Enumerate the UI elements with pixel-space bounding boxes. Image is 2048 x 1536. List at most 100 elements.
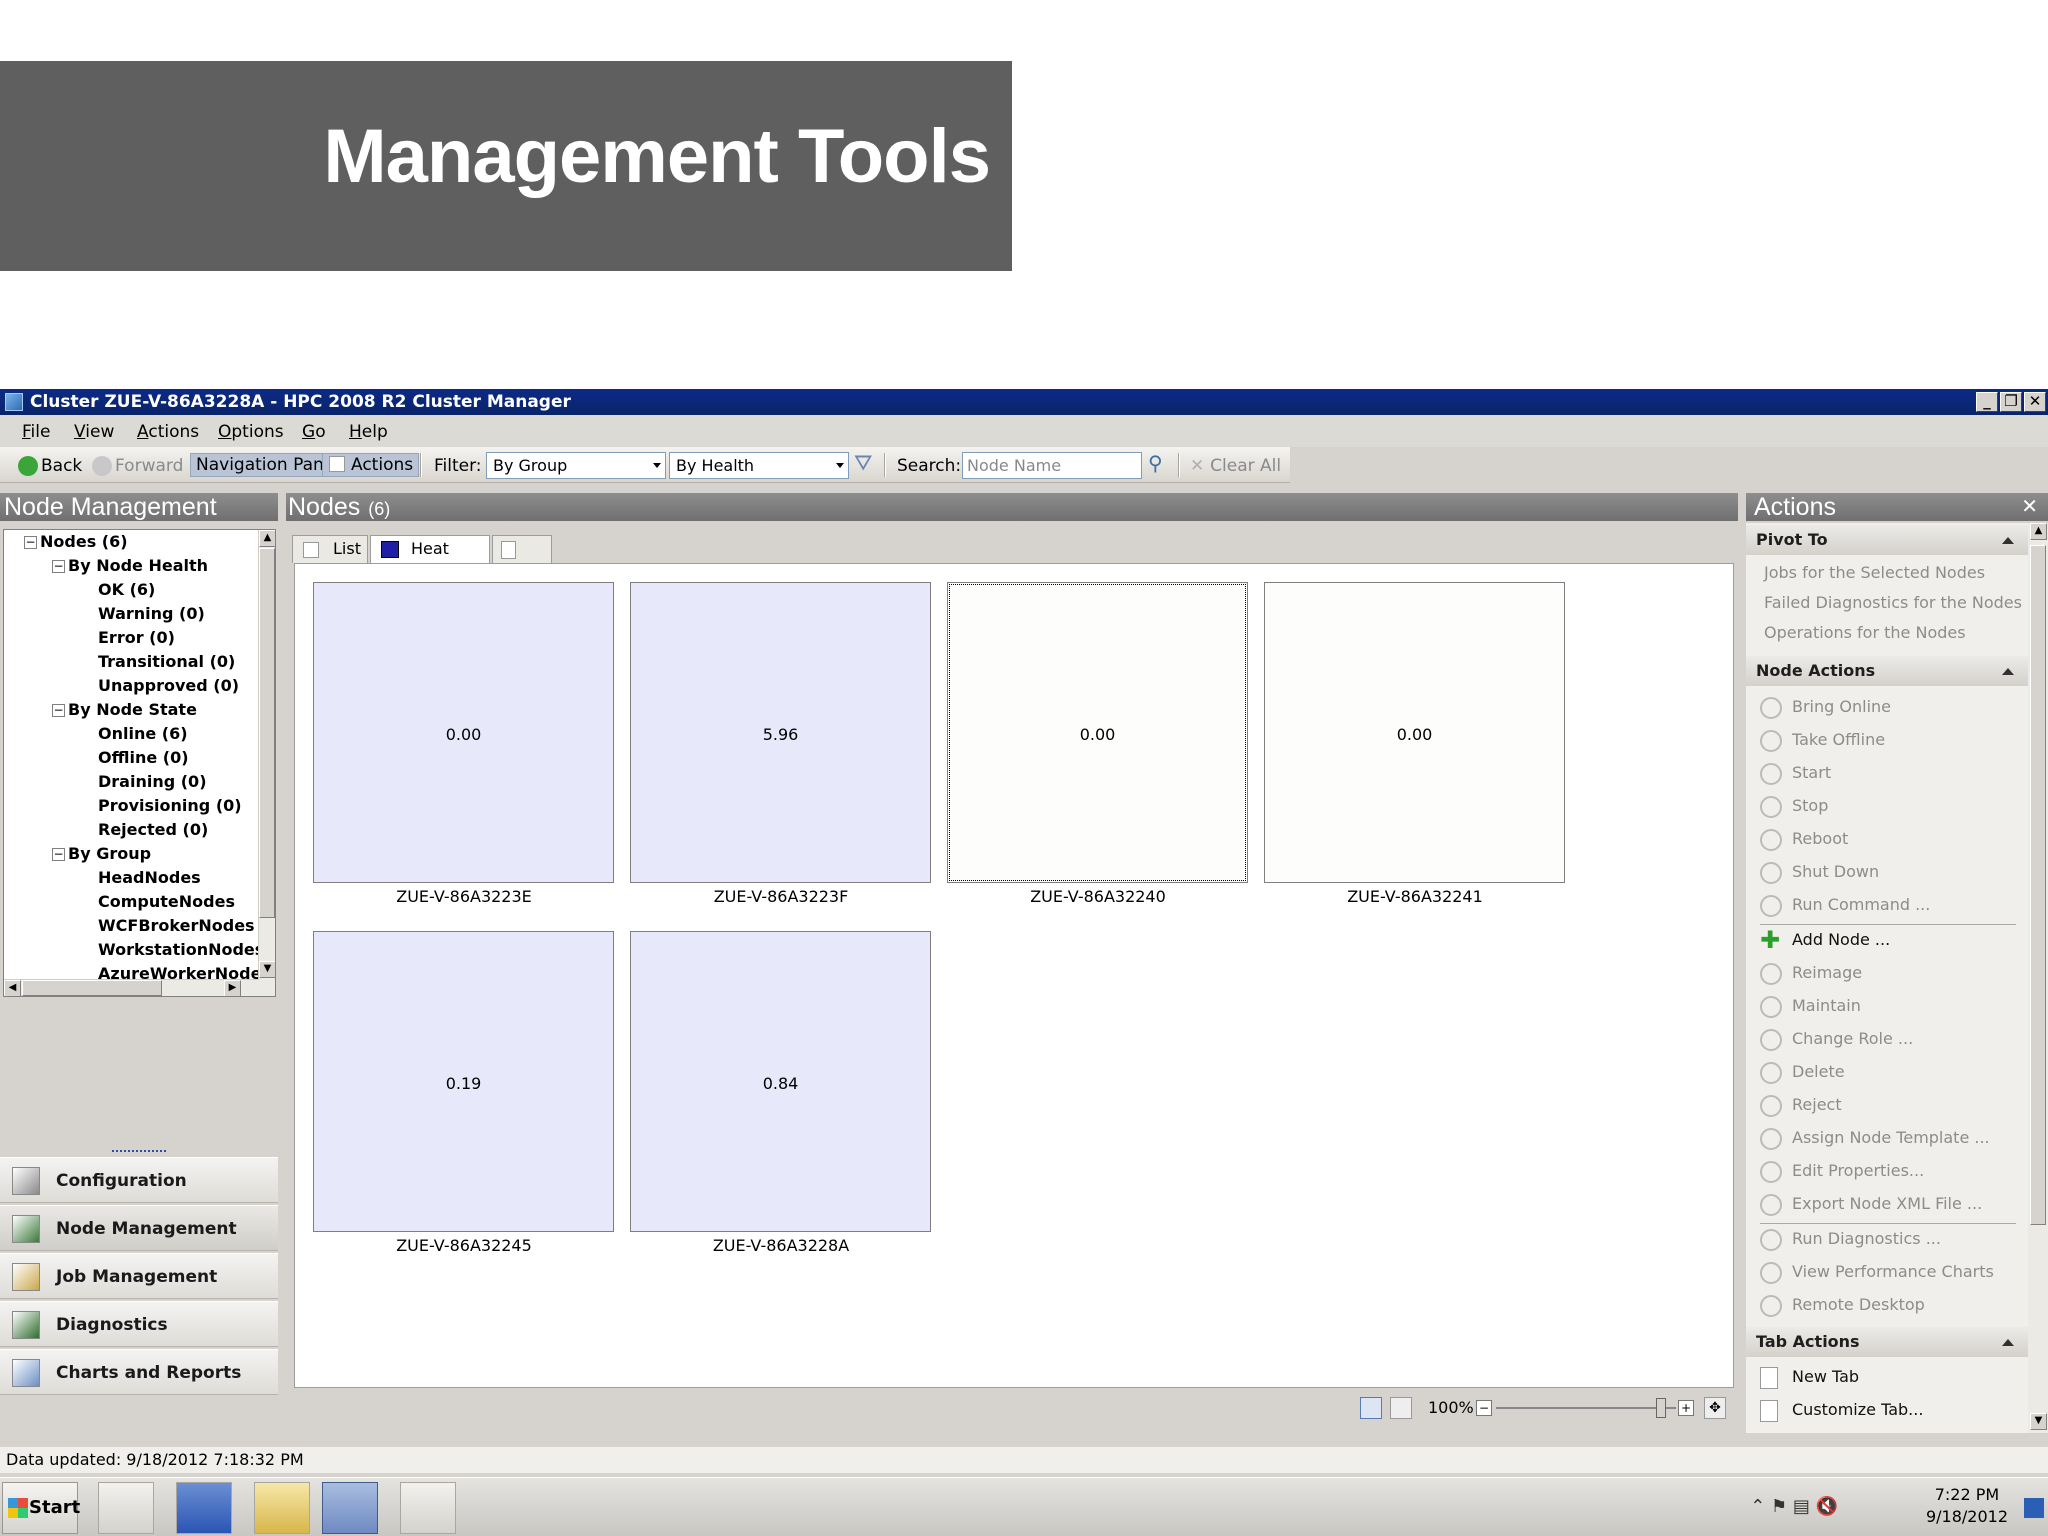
heat-map-tile[interactable]: 5.96	[630, 582, 931, 883]
pivot-link[interactable]: Failed Diagnostics for the Nodes	[1764, 593, 2022, 612]
zoom-slider[interactable]	[1496, 1407, 1676, 1409]
zoom-in-button[interactable]: +	[1678, 1400, 1694, 1416]
tab-heat-map[interactable]: Heat Map	[370, 535, 490, 584]
paint-icon[interactable]	[400, 1482, 456, 1534]
node-actions-section-header[interactable]: Node Actions	[1746, 656, 2028, 686]
scroll-down-button[interactable]: ▼	[2030, 1413, 2047, 1430]
back-button[interactable]: Back	[18, 456, 82, 476]
tree-item[interactable]: WCFBrokerNodes	[98, 916, 255, 936]
menu-options[interactable]: Options	[218, 422, 284, 442]
pivot-to-section-header[interactable]: Pivot To	[1746, 525, 2028, 555]
close-button[interactable]: ✕	[2024, 392, 2046, 412]
pivot-link[interactable]: Jobs for the Selected Nodes	[1764, 563, 1985, 582]
tree-collapse-toggle[interactable]: −	[52, 848, 65, 861]
action-delete[interactable]: Delete	[1760, 1062, 1845, 1084]
tree-collapse-toggle[interactable]: −	[52, 560, 65, 573]
menu-help[interactable]: Help	[349, 422, 388, 442]
pivot-link[interactable]: Operations for the Nodes	[1764, 623, 1966, 642]
action-bring-online[interactable]: Bring Online	[1760, 697, 1891, 719]
search-input[interactable]: Node Name	[962, 452, 1142, 479]
tree-item[interactable]: OK (6)	[98, 580, 155, 600]
action-take-offline[interactable]: Take Offline	[1760, 730, 1885, 752]
heat-map-tile[interactable]: 0.00	[1264, 582, 1565, 883]
restore-button[interactable]: ❐	[2000, 392, 2022, 412]
show-desktop-icon[interactable]	[2024, 1498, 2044, 1518]
heat-map-tile[interactable]: 0.00	[313, 582, 614, 883]
action-export-node-xml-file[interactable]: Export Node XML File ...	[1760, 1194, 1982, 1216]
collapse-up-icon[interactable]	[2002, 668, 2014, 675]
scroll-up-button[interactable]: ▲	[259, 530, 275, 547]
tab-list[interactable]: List	[292, 535, 368, 563]
tree-item[interactable]: By Node State	[68, 700, 197, 720]
menu-go[interactable]: Go	[302, 422, 326, 442]
tile-node-name[interactable]: ZUE-V-86A32245	[304, 1236, 624, 1255]
scroll-thumb[interactable]	[259, 548, 275, 918]
tree-item[interactable]: Warning (0)	[98, 604, 205, 624]
tile-node-name[interactable]: ZUE-V-86A3223E	[304, 887, 624, 906]
powershell-icon[interactable]	[176, 1482, 232, 1534]
tree-collapse-toggle[interactable]: −	[52, 704, 65, 717]
action-remote-desktop[interactable]: Remote Desktop	[1760, 1295, 1925, 1317]
clock[interactable]: 7:22 PM 9/18/2012	[1926, 1484, 2008, 1528]
nav-charts-and-reports[interactable]: Charts and Reports	[0, 1349, 278, 1395]
tree-item[interactable]: Error (0)	[98, 628, 175, 648]
server-manager-icon[interactable]	[98, 1482, 154, 1534]
tree-horizontal-scrollbar[interactable]: ◀ ▶	[4, 979, 259, 996]
action-maintain[interactable]: Maintain	[1760, 996, 1861, 1018]
tree-item[interactable]: Online (6)	[98, 724, 188, 744]
filter-funnel-icon[interactable]: ⛛	[854, 453, 872, 475]
scroll-up-button[interactable]: ▲	[2030, 523, 2047, 540]
nav-job-management[interactable]: Job Management	[0, 1253, 278, 1299]
tile-node-name[interactable]: ZUE-V-86A32241	[1255, 887, 1575, 906]
scroll-right-button[interactable]: ▶	[224, 980, 241, 996]
tree-item[interactable]: By Node Health	[68, 556, 208, 576]
tree-collapse-toggle[interactable]: −	[24, 536, 37, 549]
fit-to-window-icon[interactable]: ✥	[1704, 1397, 1726, 1419]
action-run-diagnostics[interactable]: Run Diagnostics ...	[1760, 1229, 1941, 1251]
clear-all-button[interactable]: ✕ Clear All	[1190, 456, 1281, 476]
tree-item[interactable]: By Group	[68, 844, 151, 864]
action-change-role[interactable]: Change Role ...	[1760, 1029, 1913, 1051]
cluster-manager-task-icon[interactable]	[322, 1482, 378, 1534]
scroll-down-button[interactable]: ▼	[259, 961, 275, 978]
action-reboot[interactable]: Reboot	[1760, 829, 1848, 851]
tile-view-icon[interactable]	[1360, 1397, 1382, 1419]
action-edit-properties[interactable]: Edit Properties...	[1760, 1161, 1924, 1183]
action-stop[interactable]: Stop	[1760, 796, 1828, 818]
search-icon[interactable]: ⚲	[1148, 453, 1163, 473]
tree-item[interactable]: Unapproved (0)	[98, 676, 239, 696]
action-run-command[interactable]: Run Command ...	[1760, 895, 1930, 917]
heat-map-tile[interactable]: 0.84	[630, 931, 931, 1232]
action-view-performance-charts[interactable]: View Performance Charts	[1760, 1262, 1994, 1284]
tree-item[interactable]: Transitional (0)	[98, 652, 235, 672]
zoom-out-button[interactable]: −	[1476, 1400, 1492, 1416]
forward-button[interactable]: Forward	[92, 456, 183, 476]
tree-item[interactable]: HeadNodes	[98, 868, 201, 888]
nav-configuration[interactable]: Configuration	[0, 1157, 278, 1203]
heat-map-tile[interactable]: 0.19	[313, 931, 614, 1232]
tray-icons[interactable]: ⌃ ⚑ ▤ 🔇	[1750, 1496, 1838, 1517]
minimize-button[interactable]: _	[1976, 392, 1998, 412]
action-assign-node-template[interactable]: Assign Node Template ...	[1760, 1128, 1990, 1150]
list-view-icon[interactable]	[1390, 1397, 1412, 1419]
menu-file[interactable]: File	[22, 422, 50, 442]
tree-item[interactable]: Offline (0)	[98, 748, 189, 768]
tree-item[interactable]: Draining (0)	[98, 772, 207, 792]
scroll-thumb[interactable]	[2030, 545, 2046, 1225]
filter-group-select[interactable]: By Group	[486, 452, 666, 479]
tile-node-name[interactable]: ZUE-V-86A3223F	[621, 887, 941, 906]
collapse-up-icon[interactable]	[2002, 537, 2014, 544]
menu-view[interactable]: View	[74, 422, 114, 442]
scroll-thumb[interactable]	[22, 980, 162, 996]
nav-diagnostics[interactable]: Diagnostics	[0, 1301, 278, 1347]
tab-new[interactable]	[492, 535, 552, 563]
filter-health-select[interactable]: By Health	[669, 452, 849, 479]
action-shut-down[interactable]: Shut Down	[1760, 862, 1879, 884]
tile-node-name[interactable]: ZUE-V-86A3228A	[621, 1236, 941, 1255]
explorer-icon[interactable]	[254, 1482, 310, 1534]
tree-vertical-scrollbar[interactable]: ▲ ▼	[258, 530, 275, 996]
menu-actions[interactable]: Actions	[137, 422, 199, 442]
action-reject[interactable]: Reject	[1760, 1095, 1842, 1117]
nav-node-management[interactable]: Node Management	[0, 1205, 278, 1251]
tree-item[interactable]: Provisioning (0)	[98, 796, 242, 816]
